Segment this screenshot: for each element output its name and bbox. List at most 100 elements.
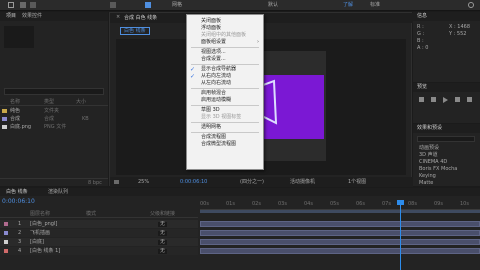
menu-item[interactable]: 启用帧混合: [201, 90, 226, 97]
layer-name[interactable]: [白色 线条 1]: [30, 249, 60, 254]
workspace-tab-3[interactable]: 了解: [343, 3, 353, 8]
menu-item[interactable]: 视图选项...: [201, 49, 226, 56]
effects-search-input[interactable]: [417, 136, 475, 142]
prev-frame-icon[interactable]: [431, 97, 436, 102]
list-item[interactable]: 合成 合成 KB: [0, 116, 108, 123]
menu-item[interactable]: 从左向右流动: [201, 80, 231, 87]
layer-name[interactable]: [白底]: [30, 240, 44, 245]
menu-item[interactable]: 浮动面板: [201, 25, 221, 32]
current-time[interactable]: 0:00:06:10: [180, 180, 207, 185]
size-header[interactable]: 大小: [76, 100, 86, 105]
layer-name[interactable]: 飞机插画: [30, 231, 50, 236]
list-item[interactable]: Boris FX Mocha: [419, 167, 457, 172]
playhead-handle[interactable]: [397, 200, 404, 205]
list-item[interactable]: CINEMA 4D: [419, 160, 447, 165]
parent-header[interactable]: 父级和链接: [150, 212, 175, 217]
resolution-select[interactable]: (四分之一): [240, 180, 264, 185]
workspace-tab-1[interactable]: 网格: [172, 3, 182, 8]
tab-composition[interactable]: 合成 白色 线条: [124, 16, 157, 21]
tab-render-queue[interactable]: 渲染队列: [48, 190, 68, 195]
next-frame-icon[interactable]: [455, 97, 460, 102]
menu-item[interactable]: 合成流程图: [201, 134, 226, 141]
last-frame-icon[interactable]: [467, 97, 472, 102]
menu-item[interactable]: 启用运动模糊: [201, 97, 231, 104]
menu-separator: [191, 47, 259, 48]
ruler-tick-label: 10s: [460, 201, 469, 207]
ruler-tick-label: 02s: [252, 201, 261, 207]
bit-depth-label[interactable]: 8 bpc: [88, 181, 102, 186]
parent-select[interactable]: 无: [158, 231, 168, 236]
workspace-tab-4[interactable]: 标准: [370, 3, 380, 8]
playhead[interactable]: [400, 200, 401, 270]
label-color-swatch[interactable]: [4, 240, 8, 244]
list-item[interactable]: Matte: [419, 181, 433, 186]
pen-tool-icon[interactable]: [110, 2, 116, 8]
menu-item[interactable]: 面板组设置: [201, 39, 226, 46]
tab-project[interactable]: 项目: [6, 14, 16, 19]
zoom-select[interactable]: 25%: [138, 180, 149, 185]
layer-duration-bar[interactable]: [200, 239, 480, 245]
workspace-tab-2[interactable]: 默认: [268, 3, 278, 8]
table-row[interactable]: 4 [白色 线条 1] 无: [0, 247, 198, 255]
tab-timeline[interactable]: 白色 线条: [6, 190, 28, 195]
list-item[interactable]: 纯色 文件夹: [0, 108, 108, 115]
menu-item[interactable]: 合成微型流程图: [201, 141, 236, 148]
menu-item[interactable]: 显示合成导航器: [201, 66, 236, 73]
menu-item[interactable]: 透明网格: [201, 124, 221, 131]
menu-item[interactable]: 草图 3D: [201, 107, 220, 114]
label-color-swatch[interactable]: [4, 249, 8, 253]
tab-effects-presets[interactable]: 效果和预设: [417, 126, 442, 131]
composition-icon: [2, 117, 7, 121]
parent-select[interactable]: 无: [158, 249, 168, 254]
list-item[interactable]: 白底.png PNG 文件: [0, 124, 108, 131]
tab-preview[interactable]: 预览: [417, 85, 427, 90]
menu-item[interactable]: 合成设置...: [201, 56, 226, 63]
info-y: Y : 552: [449, 31, 467, 37]
list-item[interactable]: Keying: [419, 174, 436, 179]
mode-header[interactable]: 模式: [86, 212, 96, 217]
layer-duration-bar[interactable]: [200, 248, 480, 254]
snapshot-icon[interactable]: [114, 180, 119, 184]
menu-item[interactable]: 从右向左流动: [201, 73, 231, 80]
ruler-tick-label: 03s: [278, 201, 287, 207]
layer-duration-bar[interactable]: [200, 221, 480, 227]
timeline-current-time[interactable]: 0:00:06:10: [2, 199, 35, 205]
selection-tool-icon[interactable]: [20, 2, 26, 8]
breadcrumb-label[interactable]: 白色 线条: [124, 28, 146, 34]
table-row[interactable]: 1 [白色_pngl] 无: [0, 220, 198, 228]
name-header[interactable]: 名称: [10, 100, 20, 105]
context-menu: 关闭面板 浮动面板 关闭组中的其他面板 面板组设置 › 视图选项... 合成设置... 显示合…: [186, 14, 264, 170]
first-frame-icon[interactable]: [419, 97, 424, 102]
menu-item[interactable]: 关闭面板: [201, 18, 221, 25]
layer-column-headers: 图层名称 模式 父级和链接: [0, 210, 198, 218]
play-icon[interactable]: [443, 97, 448, 103]
layer-number: 1: [18, 221, 22, 227]
time-ruler[interactable]: 00s 01s 02s 03s 04s 05s 06s 07s 08s 09s 10s: [200, 200, 480, 210]
camera-select[interactable]: 活动摄像机: [290, 180, 315, 185]
tab-effect-controls[interactable]: 效果控件: [22, 14, 42, 19]
list-item[interactable]: 3D 声道: [419, 153, 438, 158]
layer-duration-bar[interactable]: [200, 230, 480, 236]
search-icon[interactable]: [468, 2, 474, 8]
close-icon[interactable]: ×: [116, 15, 121, 20]
layer-name[interactable]: [白色_pngl]: [30, 222, 57, 227]
parent-select[interactable]: 无: [158, 240, 168, 245]
tab-info[interactable]: 信息: [417, 14, 427, 19]
item-type: 文件夹: [44, 108, 60, 114]
project-search-input[interactable]: [4, 88, 104, 95]
label-color-swatch[interactable]: [4, 231, 8, 235]
table-row[interactable]: 3 [白底] 无: [0, 238, 198, 246]
table-row[interactable]: 2 飞机插画 无: [0, 229, 198, 237]
list-item[interactable]: 动画预设: [419, 146, 439, 151]
work-area-bar[interactable]: [200, 210, 480, 213]
parent-select[interactable]: 无: [158, 222, 168, 227]
home-icon[interactable]: [8, 2, 14, 8]
project-panel-tabs: 项目 效果控件: [0, 12, 108, 21]
menu-separator: [191, 122, 259, 123]
hand-tool-icon[interactable]: [30, 2, 36, 8]
type-header[interactable]: 类型: [44, 100, 54, 105]
label-color-swatch[interactable]: [4, 222, 8, 226]
views-select[interactable]: 1个视图: [348, 180, 366, 185]
pin-tool-icon[interactable]: [145, 2, 151, 8]
source-name-header[interactable]: 图层名称: [30, 212, 50, 217]
